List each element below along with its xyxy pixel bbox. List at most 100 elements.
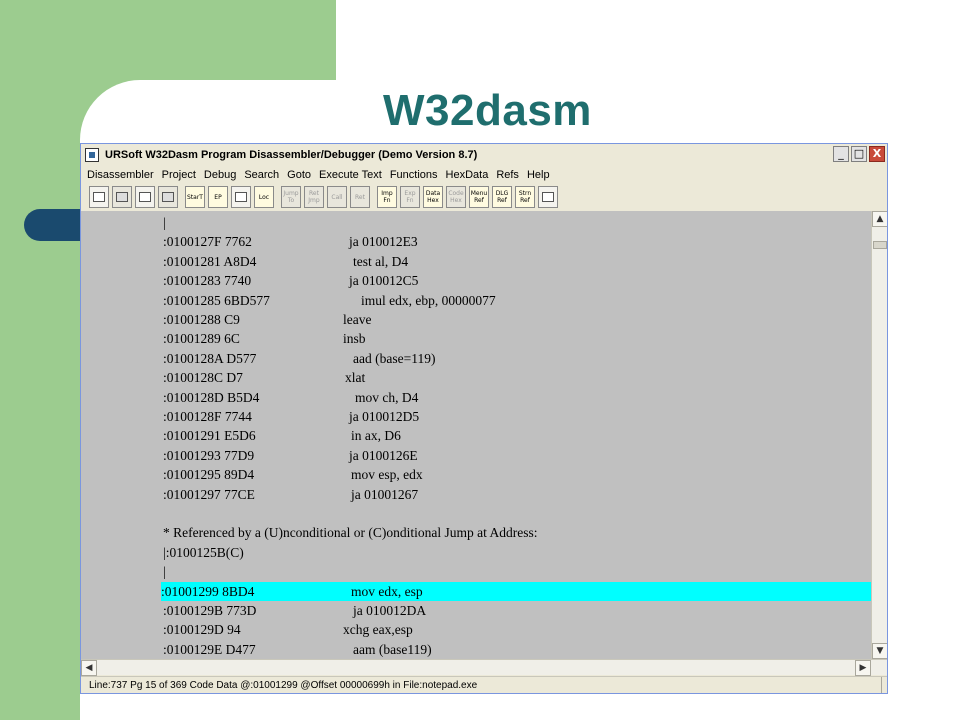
data-hex-label-part: Data [425, 190, 441, 197]
code-line[interactable]: :01001293 77D9 ja 0100126E [163, 446, 871, 465]
dialog-ref-icon[interactable]: DLG Ref [492, 186, 512, 208]
code-address: :0100129E D477 [163, 641, 256, 657]
code-line[interactable]: :0100128F 7744 ja 010012D5 [163, 407, 871, 426]
menu-refs[interactable]: Refs [494, 169, 525, 181]
code-line[interactable]: :0100129D 94 xchg eax,esp [163, 620, 871, 639]
code-line[interactable]: | [163, 562, 871, 581]
code-line[interactable]: :0100129B 773D ja 010012DA [163, 601, 871, 620]
code-hex-label-part: Code [448, 190, 464, 197]
code-line[interactable]: :01001288 C9 leave [163, 310, 871, 329]
code-line[interactable]: :01001281 A8D4 test al, D4 [163, 252, 871, 271]
goto-icon[interactable] [231, 186, 251, 208]
return-jump-icon[interactable]: Ret Jmp [304, 186, 324, 208]
save-icon-glyph [116, 192, 128, 202]
code-line[interactable]: | [163, 213, 871, 232]
code-instruction: insb [343, 331, 366, 347]
code-address: * Referenced by a (U)nconditional or (C)… [163, 525, 538, 541]
exports-label-part: Fn [406, 197, 414, 204]
code-line[interactable]: :01001291 E5D6 in ax, D6 [163, 426, 871, 445]
code-address: :01001285 6BD577 [163, 292, 270, 308]
open-file-icon[interactable] [89, 186, 109, 208]
imports-icon[interactable]: Imp Fn [377, 186, 397, 208]
vertical-scroll-thumb[interactable] [873, 241, 887, 249]
code-line[interactable]: :0100127F 7762 ja 010012E3 [163, 232, 871, 251]
code-instruction: mov edx, esp [351, 583, 423, 599]
code-line[interactable]: :01001295 89D4 mov esp, edx [163, 465, 871, 484]
code-line[interactable]: :0100128D B5D4 mov ch, D4 [163, 388, 871, 407]
open-file-icon-glyph [93, 192, 105, 202]
menu-disassembler[interactable]: Disassembler [85, 169, 160, 181]
printer-icon-glyph [542, 192, 554, 202]
code-address: :01001289 6C [163, 331, 240, 347]
code-line[interactable]: |:0100125B(C) [163, 543, 871, 562]
return-jump-label-part: Jmp [308, 197, 320, 204]
code-address: :0100128D B5D4 [163, 389, 260, 405]
scroll-left-icon[interactable]: ◀ [81, 660, 97, 676]
code-line[interactable]: :01001285 6BD577 imul edx, ebp, 00000077 [163, 291, 871, 310]
scroll-up-icon[interactable]: ▲ [872, 211, 887, 227]
code-line[interactable]: :01001289 6C insb [163, 329, 871, 348]
string-ref-icon[interactable]: Strn Ref [515, 186, 535, 208]
scroll-right-icon[interactable]: ▶ [855, 660, 871, 676]
menu-search[interactable]: Search [242, 169, 285, 181]
menu-functions[interactable]: Functions [388, 169, 444, 181]
code-instruction: ja 01001267 [351, 486, 419, 502]
menu-debug[interactable]: Debug [202, 169, 242, 181]
save-icon[interactable] [112, 186, 132, 208]
app-icon[interactable] [85, 148, 99, 162]
status-bar-grip [881, 677, 887, 693]
entry-point-label-part: EP [214, 193, 222, 201]
horizontal-scrollbar[interactable]: ◀ ▶ [81, 659, 887, 676]
code-instruction: mov esp, edx [351, 467, 423, 483]
printer-icon[interactable] [538, 186, 558, 208]
font-brush-icon[interactable] [135, 186, 155, 208]
disassembly-listing[interactable]: |:0100127F 7762 ja 010012E3:01001281 A8D4… [81, 211, 871, 659]
code-address: :01001281 A8D4 [163, 253, 257, 269]
title-bar[interactable]: URSoft W32Dasm Program Disassembler/Debu… [81, 144, 887, 166]
code-address: :0100128C D7 [163, 370, 243, 386]
menu-project[interactable]: Project [160, 169, 202, 181]
code-line[interactable] [163, 504, 871, 523]
menu-help[interactable]: Help [525, 169, 556, 181]
code-line[interactable]: :01001283 7740 ja 010012C5 [163, 271, 871, 290]
slide-accent-bar [24, 209, 84, 241]
exports-icon[interactable]: Exp Fn [400, 186, 420, 208]
menu-hexdata[interactable]: HexData [444, 169, 495, 181]
minimize-button[interactable]: _ [833, 146, 849, 162]
close-button[interactable]: X [869, 146, 885, 162]
toolbar: StarT EP Loc Jump To Ret Jmp Call Ret Imp Fn Exp Fn D… [81, 184, 887, 210]
code-line[interactable]: :01001297 77CE ja 01001267 [163, 485, 871, 504]
maximize-button[interactable]: □ [851, 146, 867, 162]
code-hex-icon[interactable]: Code Hex [446, 186, 466, 208]
vertical-scrollbar[interactable]: ▲ ▼ [871, 211, 887, 659]
code-instruction: mov ch, D4 [355, 389, 419, 405]
code-address: :0100128A D577 [163, 350, 257, 366]
code-instruction: ja 0100126E [349, 447, 418, 463]
call-label-part: Call [331, 193, 343, 201]
start-label-part: StarT [187, 193, 203, 201]
code-instruction: ja 010012E3 [349, 234, 418, 250]
slide-title: W32dasm [383, 86, 592, 135]
start-icon[interactable]: StarT [185, 186, 205, 208]
return-call-icon[interactable]: Ret [350, 186, 370, 208]
jump-to-label-part: To [287, 197, 295, 204]
print-setup-icon[interactable] [158, 186, 178, 208]
code-line[interactable]: :0100129E D477 aam (base119) [163, 640, 871, 659]
code-location-icon[interactable]: Loc [254, 186, 274, 208]
code-line-selected[interactable]: :01001299 8BD4 mov edx, esp [161, 581, 871, 601]
menu-goto[interactable]: Goto [285, 169, 317, 181]
dialog-ref-label-part: Ref [497, 197, 507, 204]
app-window: URSoft W32Dasm Program Disassembler/Debu… [80, 143, 888, 694]
menu-ref-icon[interactable]: Menu Ref [469, 186, 489, 208]
code-line[interactable]: * Referenced by a (U)nconditional or (C)… [163, 523, 871, 542]
font-brush-icon-glyph [139, 192, 151, 202]
menu-execute-text[interactable]: Execute Text [317, 169, 388, 181]
imports-label-part: Imp [381, 190, 393, 197]
code-line[interactable]: :0100128C D7 xlat [163, 368, 871, 387]
data-hex-icon[interactable]: Data Hex [423, 186, 443, 208]
jump-to-icon[interactable]: Jump To [281, 186, 301, 208]
scroll-down-icon[interactable]: ▼ [872, 643, 887, 659]
call-icon[interactable]: Call [327, 186, 347, 208]
entry-point-icon[interactable]: EP [208, 186, 228, 208]
code-line[interactable]: :0100128A D577 aad (base=119) [163, 349, 871, 368]
